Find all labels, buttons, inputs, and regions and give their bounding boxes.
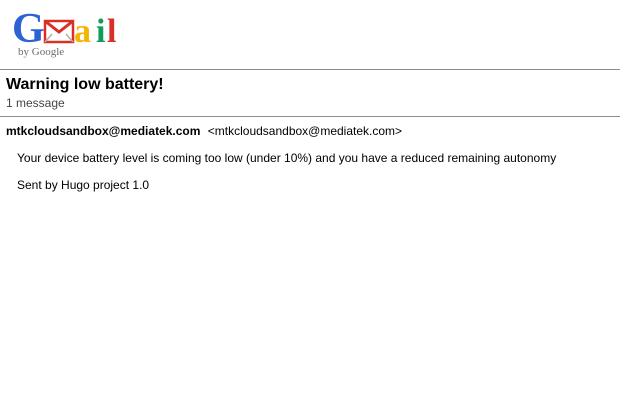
message-divider [0,116,620,117]
sender-email: <mtkcloudsandbox@mediatek.com> [207,124,403,138]
svg-text:i: i [96,13,105,50]
gmail-message-page: G a i l by Google Warning low battery! 1… [0,0,620,413]
sender-line: mtkcloudsandbox@mediatek.com <mtkcloudsa… [6,124,402,138]
message-subject: Warning low battery! [6,76,164,93]
svg-text:a: a [74,13,91,50]
message-body: Your device battery level is coming too … [17,151,557,165]
message-signature: Sent by Hugo project 1.0 [17,178,150,192]
byline: by Google [18,46,65,58]
gmail-logo: G a i l by Google [12,6,137,62]
svg-text:l: l [107,13,116,50]
sender-name: mtkcloudsandbox@mediatek.com [6,124,201,138]
message-count: 1 message [6,96,65,110]
top-divider [0,69,620,70]
